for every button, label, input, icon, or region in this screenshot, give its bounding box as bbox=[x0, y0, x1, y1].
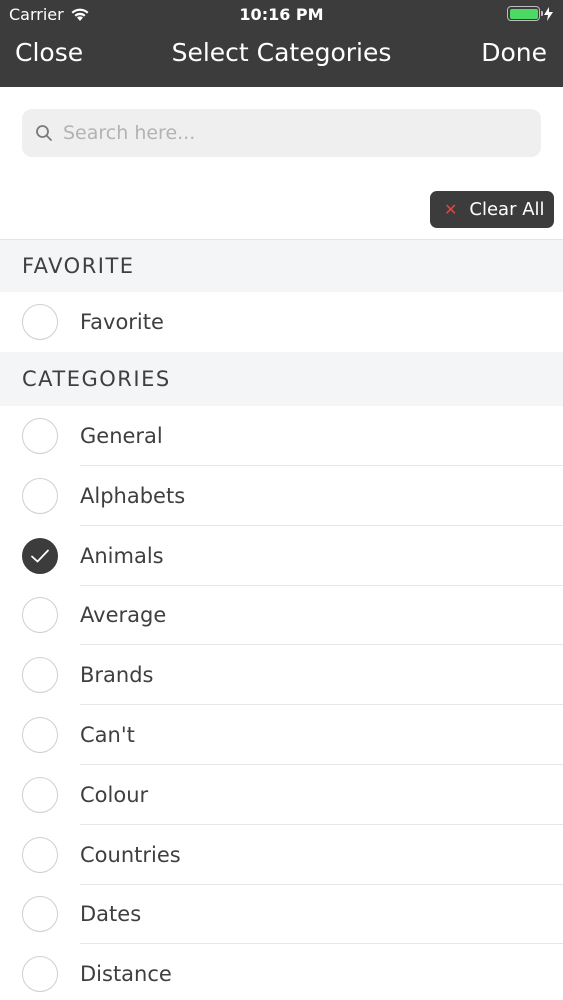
section-header: CATEGORIES bbox=[0, 352, 563, 406]
clear-all-label: Clear All bbox=[469, 199, 545, 220]
unchecked-circle-icon[interactable] bbox=[22, 477, 58, 514]
unchecked-circle-icon[interactable] bbox=[22, 836, 58, 873]
category-label: Animals bbox=[80, 543, 164, 568]
page-title: Select Categories bbox=[171, 38, 392, 67]
battery-fill bbox=[509, 8, 538, 19]
section-header: FAVORITE bbox=[0, 239, 563, 292]
category-row[interactable]: Colour bbox=[0, 765, 563, 825]
checkmark-icon bbox=[31, 549, 49, 562]
category-row[interactable]: Can't bbox=[0, 705, 563, 765]
category-row[interactable]: Dates bbox=[0, 884, 563, 945]
search-bar[interactable] bbox=[22, 109, 541, 157]
category-label: Dates bbox=[80, 902, 142, 927]
status-bar: Carrier 10:16 PM bbox=[0, 0, 563, 28]
category-label: General bbox=[80, 424, 163, 448]
unchecked-circle-icon[interactable] bbox=[22, 418, 58, 454]
unchecked-circle-icon[interactable] bbox=[22, 597, 58, 634]
category-row[interactable]: Alphabets bbox=[0, 466, 563, 526]
unchecked-circle-icon[interactable] bbox=[22, 717, 58, 753]
checked-circle-icon[interactable] bbox=[22, 537, 58, 574]
battery-group bbox=[507, 6, 553, 21]
clear-all-button[interactable]: ✕ Clear All bbox=[430, 191, 554, 228]
category-label: Countries bbox=[80, 842, 181, 867]
category-row[interactable]: General bbox=[0, 406, 563, 466]
navigation-bar: Close Select Categories Done bbox=[0, 28, 563, 87]
category-label: Colour bbox=[80, 782, 149, 807]
unchecked-circle-icon[interactable] bbox=[22, 956, 58, 993]
category-row[interactable]: Favorite bbox=[0, 292, 563, 352]
charging-bolt-icon bbox=[544, 6, 553, 21]
battery-icon bbox=[507, 6, 543, 21]
close-icon: ✕ bbox=[444, 200, 458, 219]
unchecked-circle-icon[interactable] bbox=[22, 657, 58, 694]
unchecked-circle-icon[interactable] bbox=[22, 304, 58, 340]
done-button[interactable]: Done bbox=[481, 38, 547, 67]
search-input[interactable] bbox=[63, 122, 523, 144]
category-row[interactable]: Average bbox=[0, 585, 563, 646]
category-label: Favorite bbox=[80, 310, 164, 334]
unchecked-circle-icon[interactable] bbox=[22, 776, 58, 813]
category-row[interactable]: Brands bbox=[0, 645, 563, 706]
top-bar: Carrier 10:16 PM Close Select Categories… bbox=[0, 0, 563, 87]
search-icon bbox=[36, 125, 52, 141]
category-label: Alphabets bbox=[80, 483, 186, 508]
category-row[interactable]: Countries bbox=[0, 825, 563, 885]
category-row[interactable]: Animals bbox=[0, 526, 563, 586]
unchecked-circle-icon[interactable] bbox=[22, 896, 58, 933]
status-time: 10:16 PM bbox=[239, 5, 324, 24]
category-label: Can't bbox=[80, 723, 135, 747]
category-label: Average bbox=[80, 603, 167, 628]
category-label: Distance bbox=[80, 962, 172, 987]
category-row[interactable]: Distance bbox=[0, 944, 563, 1000]
category-label: Brands bbox=[80, 663, 154, 688]
